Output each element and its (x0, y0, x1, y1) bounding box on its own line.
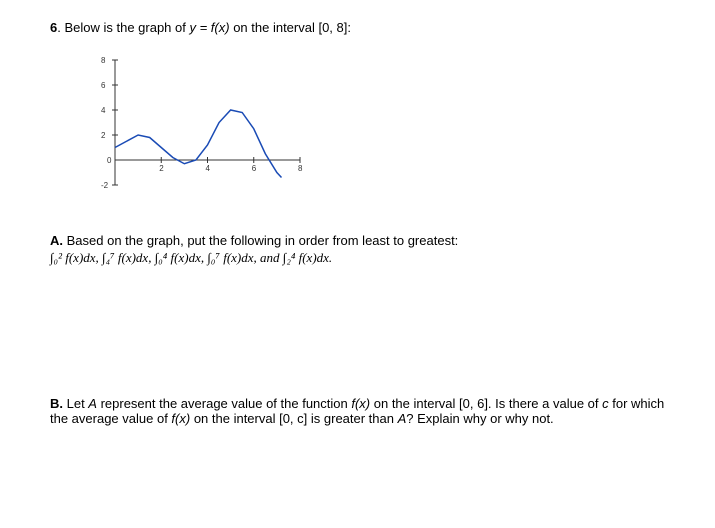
svg-text:8: 8 (298, 164, 303, 173)
problem-statement: 6. Below is the graph of y = f(x) on the… (50, 20, 665, 35)
part-b: B. Let A represent the average value of … (50, 396, 665, 426)
part-b-before: Let (63, 396, 88, 411)
spacer (50, 266, 665, 376)
part-a-integrals: ∫₀² f(x)dx, ∫₄⁷ f(x)dx, ∫₀⁴ f(x)dx, ∫₀⁷ … (50, 250, 665, 266)
prompt-suffix: on the interval [0, 8]: (230, 20, 351, 35)
part-a: A. Based on the graph, put the following… (50, 233, 665, 266)
svg-text:6: 6 (252, 164, 257, 173)
part-a-text: Based on the graph, put the following in… (63, 233, 458, 248)
part-b-mid2: on the interval [0, 6]. Is there a value… (370, 396, 602, 411)
svg-text:-2: -2 (101, 181, 109, 190)
part-b-end: ? Explain why or why not. (406, 411, 553, 426)
graph: 2 4 6 8 -2 0 2 4 6 8 (90, 50, 665, 203)
svg-text:8: 8 (101, 56, 106, 65)
svg-text:4: 4 (206, 164, 211, 173)
part-b-label: B. (50, 396, 63, 411)
part-b-var-a2: A (398, 411, 407, 426)
svg-text:0: 0 (107, 156, 112, 165)
svg-text:2: 2 (101, 131, 106, 140)
svg-text:4: 4 (101, 106, 106, 115)
prompt-prefix: . Below is the graph of (57, 20, 189, 35)
part-b-mid1: represent the average value of the funct… (97, 396, 351, 411)
prompt-equation: y = f(x) (189, 20, 229, 35)
svg-text:6: 6 (101, 81, 106, 90)
part-b-fx1: f(x) (351, 396, 370, 411)
part-a-label: A. (50, 233, 63, 248)
part-b-fx2: f(x) (171, 411, 190, 426)
part-b-mid4: on the interval [0, c] is greater than (190, 411, 397, 426)
part-b-var-a: A (88, 396, 97, 411)
svg-text:2: 2 (159, 164, 164, 173)
